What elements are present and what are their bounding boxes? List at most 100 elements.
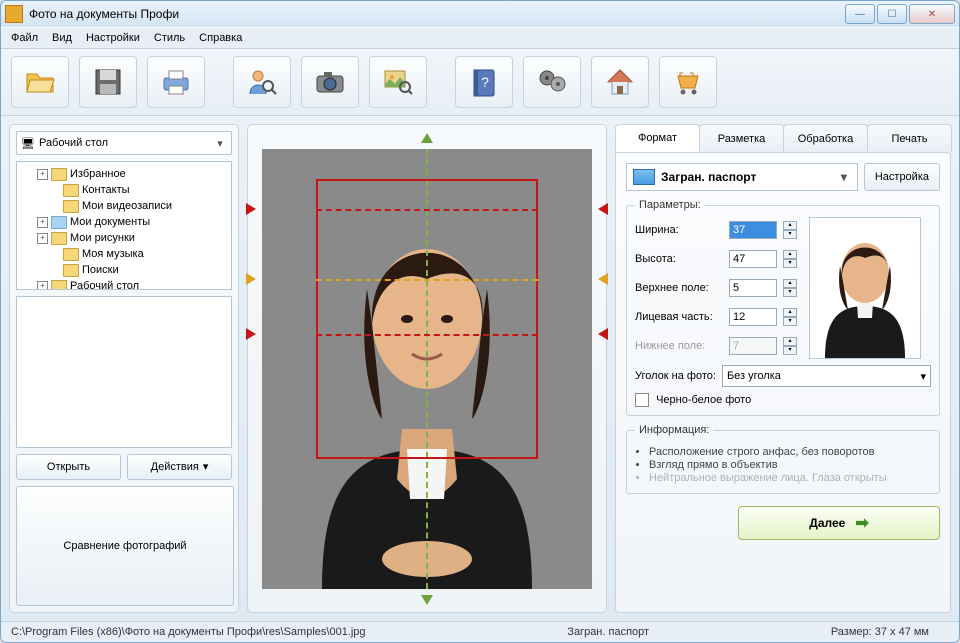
menu-settings[interactable]: Настройки: [86, 32, 140, 44]
marker-right-3[interactable]: [598, 328, 608, 340]
tb-image-search[interactable]: [369, 56, 427, 108]
tree-item[interactable]: Контакты: [19, 182, 229, 198]
tab-format[interactable]: Формат: [615, 124, 700, 152]
status-path: C:\Program Files (x86)\Фото на документы…: [11, 626, 366, 638]
guide-eyes[interactable]: [316, 279, 538, 281]
minimize-button[interactable]: —: [845, 4, 875, 24]
chevron-down-icon: ▾: [837, 170, 851, 184]
tab-processing[interactable]: Обработка: [783, 124, 868, 152]
guide-top[interactable]: [316, 209, 538, 211]
info-item: Расположение строго анфас, без поворотов: [649, 446, 931, 458]
tb-home[interactable]: [591, 56, 649, 108]
menu-style[interactable]: Стиль: [154, 32, 185, 44]
right-panel: Формат Разметка Обработка Печать Загран.…: [615, 124, 951, 613]
spin-top[interactable]: ▴▾: [783, 279, 797, 297]
arrow-right-icon: ➡: [855, 513, 868, 533]
tab-body: Загран. паспорт ▾ Настройка Параметры: Ш…: [615, 152, 951, 613]
next-button[interactable]: Далее ➡: [738, 506, 940, 540]
input-face[interactable]: [729, 308, 777, 326]
label-corner: Уголок на фото:: [635, 370, 716, 382]
marker-left-3[interactable]: [246, 328, 256, 340]
spin-width[interactable]: ▴▾: [783, 221, 797, 239]
monitor-icon: 🖥: [21, 137, 35, 150]
menu-view[interactable]: Вид: [52, 32, 72, 44]
marker-right-1[interactable]: [598, 203, 608, 215]
chevron-down-icon: ▾: [203, 460, 209, 473]
input-bottom: [729, 337, 777, 355]
result-thumbnail: [809, 217, 921, 359]
status-doc: Загран. паспорт: [386, 626, 831, 638]
label-face: Лицевая часть:: [635, 311, 725, 323]
toolbar: ?: [1, 49, 959, 116]
chevron-down-icon: ▾: [920, 370, 926, 383]
guide-chin[interactable]: [316, 334, 538, 336]
titlebar: Фото на документы Профи — ☐ ✕: [1, 1, 959, 27]
tree-item[interactable]: +Рабочий стол: [19, 278, 229, 290]
label-top: Верхнее поле:: [635, 282, 725, 294]
tree-item[interactable]: +Мои рисунки: [19, 230, 229, 246]
menu-help[interactable]: Справка: [199, 32, 242, 44]
location-selector[interactable]: 🖥 Рабочий стол ▾: [16, 131, 232, 155]
tb-save[interactable]: [79, 56, 137, 108]
window-title: Фото на документы Профи: [29, 7, 845, 21]
tb-video[interactable]: [523, 56, 581, 108]
info-legend: Информация:: [635, 424, 713, 436]
tree-item[interactable]: Поиски: [19, 262, 229, 278]
tree-item[interactable]: +Избранное: [19, 166, 229, 182]
tb-print[interactable]: [147, 56, 205, 108]
tb-help[interactable]: ?: [455, 56, 513, 108]
canvas-panel: [247, 124, 607, 613]
marker-right-2[interactable]: [598, 273, 608, 285]
marker-top[interactable]: [421, 133, 433, 143]
tab-print[interactable]: Печать: [867, 124, 952, 152]
location-label: Рабочий стол: [39, 137, 209, 149]
compare-button[interactable]: Сравнение фотографий: [16, 486, 234, 607]
tb-open[interactable]: [11, 56, 69, 108]
input-width[interactable]: [729, 221, 777, 239]
crop-rectangle[interactable]: [316, 179, 538, 459]
actions-button[interactable]: Действия▾: [127, 454, 232, 480]
tab-layout[interactable]: Разметка: [699, 124, 784, 152]
info-item: Взгляд прямо в объектив: [649, 459, 931, 471]
tree-item[interactable]: Мои видеозаписи: [19, 198, 229, 214]
content: 🖥 Рабочий стол ▾ +ИзбранноеКонтактыМои в…: [1, 116, 959, 621]
photo-canvas[interactable]: [262, 149, 592, 589]
marker-left-2[interactable]: [246, 273, 256, 285]
input-height[interactable]: [729, 250, 777, 268]
spin-face[interactable]: ▴▾: [783, 308, 797, 326]
app-icon: [5, 5, 23, 23]
svg-text:?: ?: [481, 74, 489, 90]
parameters-fieldset: Параметры: Ширина: ▴▾ Высота: ▴▾ Верхнее…: [626, 199, 940, 416]
menu-file[interactable]: Файл: [11, 32, 38, 44]
input-top[interactable]: [729, 279, 777, 297]
tree-item[interactable]: Моя музыка: [19, 246, 229, 262]
info-fieldset: Информация: Расположение строго анфас, б…: [626, 424, 940, 494]
settings-button[interactable]: Настройка: [864, 163, 940, 191]
corner-select[interactable]: Без уголка▾: [722, 365, 931, 387]
app-window: Фото на документы Профи — ☐ ✕ Файл Вид Н…: [0, 0, 960, 643]
marker-left-1[interactable]: [246, 203, 256, 215]
params-legend: Параметры:: [635, 199, 705, 211]
maximize-button[interactable]: ☐: [877, 4, 907, 24]
bw-checkbox[interactable]: [635, 393, 649, 407]
label-bottom: Нижнее поле:: [635, 340, 725, 352]
tree-item[interactable]: +Мои документы: [19, 214, 229, 230]
passport-icon: [633, 169, 655, 185]
file-preview: [16, 296, 232, 448]
spin-height[interactable]: ▴▾: [783, 250, 797, 268]
tb-camera[interactable]: [301, 56, 359, 108]
label-width: Ширина:: [635, 224, 725, 236]
folder-tree[interactable]: +ИзбранноеКонтактыМои видеозаписи+Мои до…: [16, 161, 232, 290]
document-type-select[interactable]: Загран. паспорт ▾: [626, 163, 858, 191]
marker-bottom[interactable]: [421, 595, 433, 605]
label-height: Высота:: [635, 253, 725, 265]
close-button[interactable]: ✕: [909, 4, 955, 24]
statusbar: C:\Program Files (x86)\Фото на документы…: [1, 621, 959, 642]
open-button[interactable]: Открыть: [16, 454, 121, 480]
info-item-faded: Нейтральное выражение лица. Глаза открыт…: [649, 472, 931, 484]
tb-cart[interactable]: [659, 56, 717, 108]
sidebar-panel: 🖥 Рабочий стол ▾ +ИзбранноеКонтактыМои в…: [9, 124, 239, 613]
menubar: Файл Вид Настройки Стиль Справка: [1, 27, 959, 49]
tb-user-search[interactable]: [233, 56, 291, 108]
tab-bar: Формат Разметка Обработка Печать: [615, 124, 951, 152]
